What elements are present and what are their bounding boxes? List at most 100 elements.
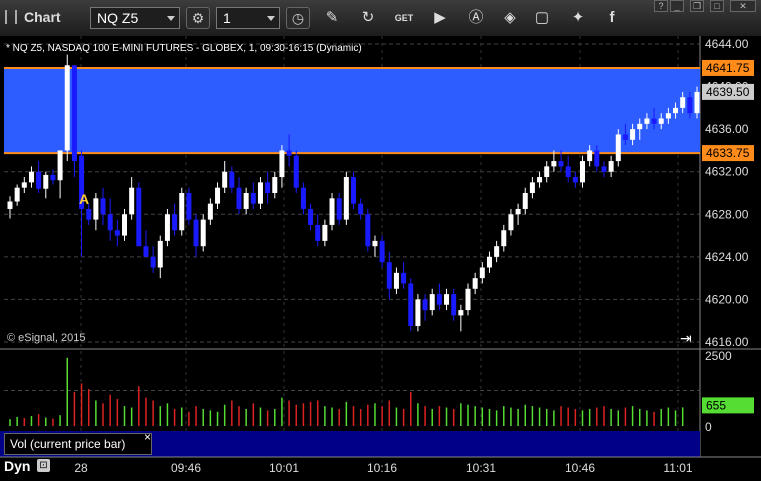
candle-body	[379, 240, 385, 263]
candle-body	[122, 214, 127, 236]
candle-body	[257, 182, 263, 204]
close-icon[interactable]: ×	[144, 430, 151, 444]
candle-body	[415, 299, 421, 327]
candle-body	[587, 150, 593, 162]
candle-body	[408, 283, 414, 327]
twitter-icon[interactable]: ✦	[568, 8, 588, 28]
candle-body	[300, 187, 306, 209]
candle-body	[243, 193, 249, 209]
candle-body	[36, 171, 42, 189]
candle-body	[351, 177, 356, 204]
dynamic-mode-label[interactable]: Dyn	[4, 458, 30, 474]
candle-body	[86, 208, 92, 220]
a-annotation-icon[interactable]: Ⓐ	[466, 8, 486, 28]
candle-body	[207, 203, 213, 220]
candle-body	[386, 262, 392, 289]
candle-body	[272, 177, 278, 193]
candle-body	[308, 208, 314, 225]
x-tick-label: 10:31	[465, 461, 497, 475]
candle-body	[93, 198, 99, 220]
window-grip-icon[interactable]	[5, 10, 17, 24]
candle-body	[572, 177, 578, 183]
help-button[interactable]: ?	[654, 0, 668, 12]
x-tick-label: 11:01	[663, 461, 693, 475]
price-tick-label: 4624.00	[705, 250, 749, 264]
candle-body	[529, 182, 535, 193]
candle-body	[186, 193, 192, 220]
copyright-text: © eSignal, 2015	[7, 332, 86, 344]
interval-input[interactable]: 1	[216, 7, 280, 29]
band-low-label: 4633.75	[706, 146, 750, 160]
candle-body	[236, 187, 242, 209]
candle-body	[71, 65, 77, 162]
candle-body	[515, 208, 521, 215]
symbol-value: NQ Z5	[97, 10, 139, 26]
candle-body	[250, 193, 256, 204]
candle-body	[200, 219, 206, 247]
chevron-down-icon[interactable]	[167, 16, 175, 21]
window-title: Chart	[24, 9, 61, 25]
candle-body	[451, 294, 457, 316]
candle-body	[444, 294, 450, 305]
candle-body	[329, 198, 335, 225]
candle-body	[630, 129, 636, 140]
candle-body	[644, 118, 650, 124]
candle-body	[401, 272, 407, 284]
maximize-button[interactable]: □	[710, 0, 724, 12]
candle-body	[279, 150, 285, 178]
candle-body	[215, 187, 221, 204]
candle-body	[100, 198, 106, 215]
candle-body	[544, 166, 550, 178]
candle-body	[680, 97, 686, 108]
get-icon[interactable]: GET	[394, 8, 414, 28]
candle-body	[501, 230, 507, 247]
lock-icon[interactable]: ⊡	[37, 459, 50, 472]
chart-toolbar: Chart NQ Z5 ⚙ 1 ◷ ✎ ↻ GET ▶ Ⓐ ◈ ▢ ✦ f ? …	[0, 0, 761, 37]
candle-body	[372, 240, 378, 247]
symbol-input[interactable]: NQ Z5	[90, 7, 180, 29]
scroll-to-end-icon[interactable]: ⇥	[680, 330, 692, 347]
candle-body	[21, 182, 27, 188]
candle-body	[601, 166, 607, 172]
volume-panel-label[interactable]: Vol (current price bar)	[4, 433, 152, 455]
x-tick-label: 28	[74, 461, 88, 475]
candle-body	[522, 193, 528, 209]
candle-body	[229, 171, 235, 188]
tag-icon[interactable]: ◈	[500, 8, 520, 28]
candle-body	[472, 278, 478, 289]
candle-body	[43, 174, 49, 189]
candle-body	[50, 174, 56, 181]
candle-body	[7, 201, 13, 209]
candle-body	[315, 224, 321, 241]
candle-body	[580, 161, 585, 183]
candle-body	[114, 230, 120, 236]
candle-body	[608, 161, 614, 172]
settings-gear-icon[interactable]: ⚙	[186, 7, 210, 29]
candle-body	[479, 267, 485, 279]
price-tick-label: 4632.00	[705, 165, 749, 179]
candle-body	[687, 97, 693, 114]
candle-body	[172, 214, 178, 231]
candle-body	[179, 193, 185, 231]
chart-area[interactable]: A4644.004640.004636.004632.004628.004624…	[0, 36, 761, 481]
refresh-icon[interactable]: ↻	[358, 8, 378, 28]
restore-button[interactable]: ❐	[690, 0, 704, 12]
pencil-icon[interactable]: ✎	[322, 8, 342, 28]
band-high-label: 4641.75	[706, 61, 750, 75]
close-button[interactable]: ✕	[730, 0, 756, 12]
chevron-down-icon[interactable]	[267, 16, 275, 21]
comment-icon[interactable]: ▢	[532, 8, 552, 28]
minimize-button[interactable]: _	[670, 0, 684, 12]
price-tick-label: 4644.00	[705, 37, 749, 51]
facebook-icon[interactable]: f	[602, 8, 622, 28]
candle-body	[343, 177, 349, 220]
clock-icon[interactable]: ◷	[286, 7, 310, 29]
candle-body	[673, 107, 679, 114]
candle-body	[322, 224, 328, 241]
candle-body	[393, 272, 399, 289]
candle-body	[129, 187, 135, 215]
candle-body	[508, 214, 514, 231]
x-tick-label: 10:01	[268, 461, 300, 475]
candle-body	[265, 182, 271, 193]
play-icon[interactable]: ▶	[430, 8, 450, 28]
